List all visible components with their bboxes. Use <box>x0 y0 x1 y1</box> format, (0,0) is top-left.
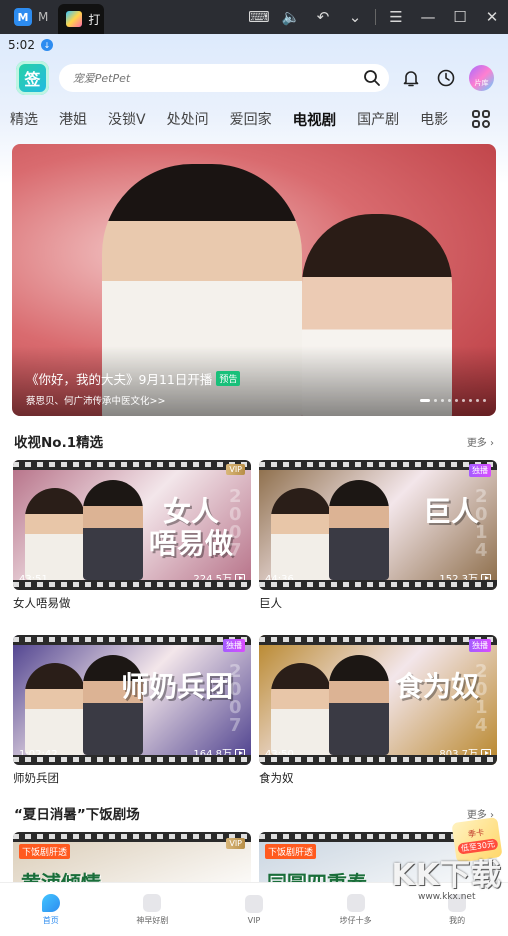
year-label: 2007 <box>229 486 242 561</box>
drama-title[interactable]: 食为奴 <box>259 770 497 788</box>
close-icon[interactable]: ✕ <box>476 0 508 34</box>
toolbar-divider <box>375 9 376 25</box>
all-categories-icon[interactable] <box>472 110 490 128</box>
tab-featured[interactable]: 精选 <box>10 109 38 129</box>
tab-come-home[interactable]: 爱回家 <box>230 109 272 129</box>
tab-mainland-series[interactable]: 国产剧 <box>357 109 399 129</box>
drama-thumbnail[interactable]: 女人 唔易做2007VIP43:51224.5万 <box>13 460 251 590</box>
nav-recommend[interactable]: 神早好剧 <box>112 893 192 926</box>
bottom-navigation: 首页 神早好剧 VIP 埗仔十多 我的 <box>0 882 508 936</box>
phone-screen: 5:02 ↓ 签 片库 精选 港姐 <box>0 34 508 936</box>
undo-icon[interactable]: ↶ <box>307 0 339 34</box>
nav-home[interactable]: 首页 <box>11 893 91 926</box>
tab-tv-series[interactable]: 电视剧 <box>293 109 337 130</box>
emulator-titlebar: M M 打 ⌨ 🔈 ↶ ⌄ ☰ — ☐ ✕ <box>0 0 508 34</box>
tab-no-lock-v[interactable]: 没锁V <box>108 109 146 129</box>
exclusive-badge: 独播 <box>223 639 245 652</box>
nav-profile-icon <box>448 893 467 912</box>
nav-recommend-icon <box>143 893 162 912</box>
emulator-logo-icon: M <box>14 8 32 26</box>
nav-label: 神早好剧 <box>136 915 169 925</box>
tab-miss-hk[interactable]: 港姐 <box>59 109 87 129</box>
app-header: 签 片库 <box>0 56 508 100</box>
drama-card[interactable]: 食为奴2014独播43:50803.7万食为奴 <box>259 635 497 788</box>
promo-label: 下饭剧肝透 <box>19 844 71 859</box>
promo-label: 下饭剧肝透 <box>265 844 317 859</box>
title-artwork: 师奶兵团 <box>120 670 233 703</box>
status-time: 5:02 <box>8 38 35 52</box>
search-bar[interactable] <box>58 64 389 92</box>
cast-image <box>267 650 397 755</box>
top-picks-grid: 女人 唔易做2007VIP43:51224.5万女人唔易做巨人2014独播44:… <box>0 460 508 798</box>
nav-home-icon <box>41 893 60 912</box>
keyboard-icon[interactable]: ⌨ <box>243 0 275 34</box>
history-icon[interactable] <box>434 65 459 91</box>
tab-movies[interactable]: 电影 <box>420 109 448 129</box>
section-header-top-picks: 收视No.1精选 更多 › <box>0 430 508 452</box>
emulator-toolbar: ⌨ 🔈 ↶ ⌄ ☰ — ☐ ✕ <box>243 0 508 34</box>
drama-card[interactable]: 女人 唔易做2007VIP43:51224.5万女人唔易做 <box>13 460 251 613</box>
hero-banner[interactable]: 《你好，我的大夫》9月11日开播 预告 蔡思贝、何广沛传承中医文化>> <box>12 144 496 416</box>
section-header-summer: “夏日消暑”下饭剧场 更多 › <box>0 802 508 824</box>
emulator-tab-active[interactable]: 打 <box>58 4 105 34</box>
chevron-down-icon[interactable]: ⌄ <box>339 0 371 34</box>
drama-title[interactable]: 巨人 <box>259 595 497 613</box>
carousel-indicator <box>420 399 486 402</box>
bell-icon[interactable] <box>399 65 424 91</box>
nav-label: 首页 <box>42 915 59 925</box>
season-pass-promo[interactable]: 季卡 低至30元 <box>451 816 503 864</box>
nav-label: VIP <box>247 915 261 925</box>
year-label: 2014 <box>475 661 488 736</box>
volume-icon[interactable]: 🔈 <box>275 0 307 34</box>
exclusive-badge: 独播 <box>469 464 491 477</box>
nav-chat-icon <box>346 893 365 912</box>
exclusive-badge: 独播 <box>469 639 491 652</box>
drama-thumbnail[interactable]: 师奶兵团2007独播1:02:42164.8万 <box>13 635 251 765</box>
maximize-icon[interactable]: ☐ <box>444 0 476 34</box>
minimize-icon[interactable]: — <box>412 0 444 34</box>
status-bar: 5:02 ↓ <box>0 34 508 56</box>
drama-card[interactable]: 师奶兵团2007独播1:02:42164.8万师奶兵团 <box>13 635 251 788</box>
title-artwork: 女人 唔易做 <box>148 495 233 561</box>
title-artwork: 巨人 <box>422 495 479 528</box>
more-link[interactable]: 更多 › <box>467 434 494 449</box>
cast-image <box>267 475 397 580</box>
drama-title[interactable]: 女人唔易做 <box>13 595 251 613</box>
menu-icon[interactable]: ☰ <box>380 0 412 34</box>
vip-badge: VIP <box>226 464 245 475</box>
vip-badge: VIP <box>226 838 245 849</box>
category-tabs: 精选 港姐 没锁V 处处问 爱回家 电视剧 国产剧 电影 <box>0 100 508 138</box>
cast-image <box>21 475 151 580</box>
nav-label: 埗仔十多 <box>339 915 372 925</box>
preview-badge: 预告 <box>216 371 241 386</box>
year-label: 2007 <box>229 661 242 736</box>
nav-label: 我的 <box>449 915 466 925</box>
title-artwork: 食为奴 <box>394 670 479 703</box>
library-label: 片库 <box>474 79 489 87</box>
emulator-tab-inactive[interactable]: M <box>38 10 48 24</box>
emulator-tab-label: 打 <box>88 12 101 27</box>
year-label: 2014 <box>475 486 488 561</box>
drama-card[interactable]: 巨人2014独播44:36152.3万巨人 <box>259 460 497 613</box>
drama-thumbnail[interactable]: 食为奴2014独播43:50803.7万 <box>259 635 497 765</box>
drama-title[interactable]: 师奶兵团 <box>13 770 251 788</box>
nav-vip[interactable]: VIP <box>214 894 294 925</box>
tab-ask-around[interactable]: 处处问 <box>167 109 209 129</box>
app-tab-icon <box>66 11 83 27</box>
nav-vip-icon <box>244 894 263 913</box>
section-title: “夏日消暑”下饭剧场 <box>14 807 140 823</box>
nav-chat[interactable]: 埗仔十多 <box>316 893 396 926</box>
banner-title: 《你好，我的大夫》9月11日开播 预告 <box>26 369 241 388</box>
section-title: 收视No.1精选 <box>14 435 104 451</box>
banner-subtitle: 蔡思贝、何广沛传承中医文化>> <box>26 396 166 407</box>
nav-profile[interactable]: 我的 <box>417 893 497 926</box>
search-input[interactable] <box>72 71 323 85</box>
download-status-icon: ↓ <box>40 39 53 51</box>
library-icon[interactable]: 片库 <box>468 65 495 91</box>
sign-in-icon[interactable]: 签 <box>16 61 49 95</box>
search-icon[interactable] <box>363 69 381 87</box>
drama-thumbnail[interactable]: 巨人2014独播44:36152.3万 <box>259 460 497 590</box>
